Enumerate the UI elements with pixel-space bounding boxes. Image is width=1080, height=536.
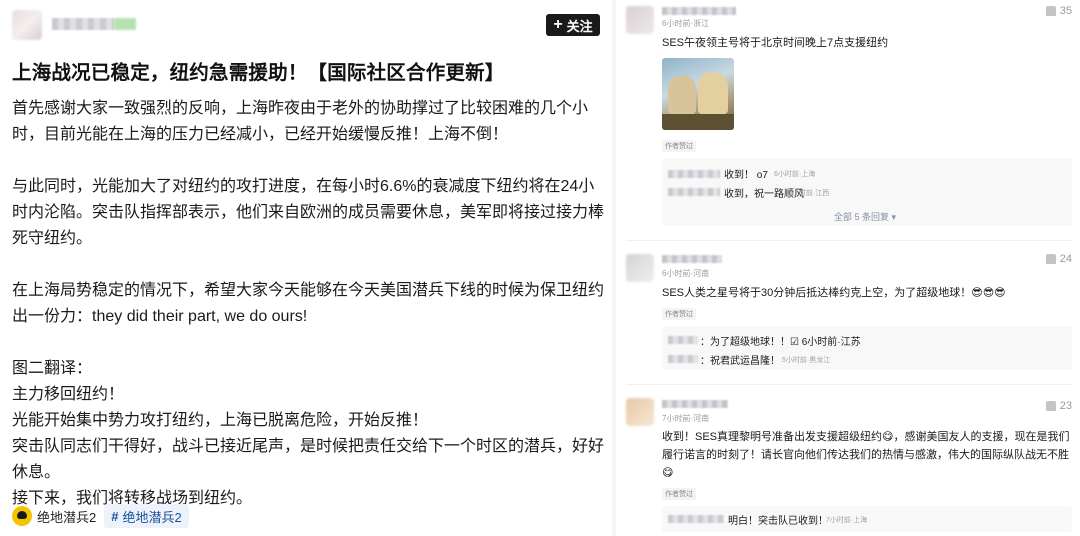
paragraph: 突击队同志们干得好，战斗已接近尾声，是时候把责任交给下一个时区的潜兵，好好休息。 — [12, 438, 605, 481]
author-liked-tag: 作者赞过 — [662, 308, 696, 320]
post-panel: + 关注 上海战况已稳定，纽约急需援助！【国际社区合作更新】 首先感谢大家一致强… — [0, 0, 612, 536]
like-button[interactable]: 23 — [1045, 400, 1072, 412]
comment-line: 😋 — [662, 467, 674, 479]
follow-label: 关注 — [566, 18, 593, 34]
comment-meta: 6小时前·浙江 — [662, 19, 710, 28]
reply-meta: 6小时前·江西 — [788, 190, 830, 197]
comment-text: SES人类之星号将于30分钟后抵达棒约克上空，为了超级地球！😎😎😎 — [662, 287, 1006, 299]
reply-box: 收到！ o7 6小时前·上海 收到，祝一路顺风 6小时前·江西 全部 5 条回复… — [662, 158, 1072, 226]
like-button[interactable]: 24 — [1045, 253, 1072, 265]
author-row: + 关注 — [12, 8, 600, 42]
plus-icon: + — [553, 16, 563, 33]
topic-tag-label: 绝地潜兵2 — [122, 509, 182, 525]
replier-name-blurred[interactable] — [668, 336, 698, 344]
paragraph: 与此同时，光能加大了对纽约的攻打进度，在每小时6.6%的衰减度下纽约将在24小时… — [12, 178, 605, 247]
more-replies-link[interactable]: 全部 5 条回复 ▾ — [834, 210, 896, 223]
comment-meta: 7小时前·河南 — [662, 414, 710, 423]
reply-box: ：为了超级地球！！☑ 6小时前·江苏 ：祝君武运昌隆！ 5小时前·黑龙江 — [662, 326, 1072, 370]
avatar[interactable] — [626, 6, 654, 34]
comment-meta: 6小时前·河南 — [662, 269, 710, 278]
game-tag-label: 绝地潜兵2 — [37, 509, 97, 525]
separator — [626, 240, 1072, 241]
avatar[interactable] — [626, 254, 654, 282]
post-title: 上海战况已稳定，纽约急需援助！【国际社区合作更新】 — [12, 62, 505, 84]
like-count: 35 — [1059, 5, 1072, 17]
post-body: 首先感谢大家一致强烈的反响，上海昨夜由于老外的协助撑过了比较困难的几个小时，目前… — [12, 96, 604, 512]
reply-meta: 7小时前·上海 — [826, 517, 868, 524]
reply-text: 收到！ o7 — [724, 170, 768, 181]
author-liked-tag: 作者赞过 — [662, 488, 696, 500]
thumbs-up-icon — [1045, 6, 1056, 16]
paragraph: 首先感谢大家一致强烈的反响，上海昨夜由于老外的协助撑过了比较困难的几个小时，目前… — [12, 100, 589, 143]
replier-name-blurred[interactable] — [668, 515, 724, 523]
image-ground — [662, 114, 734, 130]
thumbs-up-icon — [1045, 401, 1056, 411]
reply-meta: 6小时前·上海 — [774, 171, 816, 178]
paragraph: 主力移回纽约！ — [12, 386, 125, 403]
paragraph: 光能开始集中势力攻打纽约，上海已脱离危险，开始反推！ — [12, 412, 429, 429]
author-badge-blurred — [114, 18, 136, 30]
paragraph: 在上海局势稳定的情况下，希望大家今天能够在今天美国潜兵下线的时候为保卫纽约出一份… — [12, 282, 605, 325]
replier-name-blurred[interactable] — [668, 188, 720, 196]
commenter-name-blurred[interactable] — [662, 7, 736, 15]
comment-image[interactable] — [662, 58, 734, 130]
comment-text: 收到！SES真理黎明号准备出发支援超级纽约😋，感谢美国友人的支援，现在是我们 履… — [662, 428, 1072, 482]
commenter-name-blurred[interactable] — [662, 400, 728, 408]
avatar[interactable] — [12, 10, 42, 40]
comments-panel: 6小时前·浙江 35 SES午夜领主号将于北京时间晚上7点支援纽约 作者赞过 收… — [616, 0, 1080, 536]
replier-name-blurred[interactable] — [668, 355, 698, 363]
commenter-name-blurred[interactable] — [662, 255, 722, 263]
comment-line: 收到！SES真理黎明号准备出发支援超级纽约😋，感谢美国友人的支援，现在是我们 — [662, 431, 1070, 443]
image-figure — [668, 76, 696, 114]
helmet-icon — [12, 506, 32, 526]
reply-meta: 5小时前·黑龙江 — [782, 357, 831, 364]
game-tag[interactable]: 绝地潜兵2 — [12, 504, 96, 528]
paragraph: 图二翻译： — [12, 360, 93, 377]
author-name-blurred[interactable] — [52, 18, 114, 30]
like-count: 23 — [1059, 400, 1072, 412]
reply-text: 明白！突击队已收到！ — [728, 516, 828, 527]
reply-text: ：为了超级地球！！☑ 6小时前·江苏 — [700, 337, 861, 348]
author-liked-tag: 作者赞过 — [662, 140, 696, 152]
hash-icon: # — [111, 508, 119, 524]
reply-box: 明白！突击队已收到！ 7小时前·上海 — [662, 506, 1072, 532]
like-button[interactable]: 35 — [1045, 5, 1072, 17]
comment-text: SES午夜领主号将于北京时间晚上7点支援纽约 — [662, 37, 889, 49]
reply-text: ：祝君武运昌隆！ — [700, 356, 780, 367]
follow-button[interactable]: + 关注 — [546, 14, 600, 36]
post-tags: 绝地潜兵2 # 绝地潜兵2 — [12, 504, 189, 528]
image-figure — [698, 72, 728, 114]
like-count: 24 — [1059, 253, 1072, 265]
thumbs-up-icon — [1045, 254, 1056, 264]
replier-name-blurred[interactable] — [668, 170, 720, 178]
separator — [626, 384, 1072, 385]
avatar[interactable] — [626, 398, 654, 426]
comment-line: 履行诺言的时刻了！请长官向他们传达我们的热情与感激，伟大的国际纵队战无不胜 — [662, 449, 1069, 461]
topic-tag[interactable]: # 绝地潜兵2 — [104, 504, 189, 528]
